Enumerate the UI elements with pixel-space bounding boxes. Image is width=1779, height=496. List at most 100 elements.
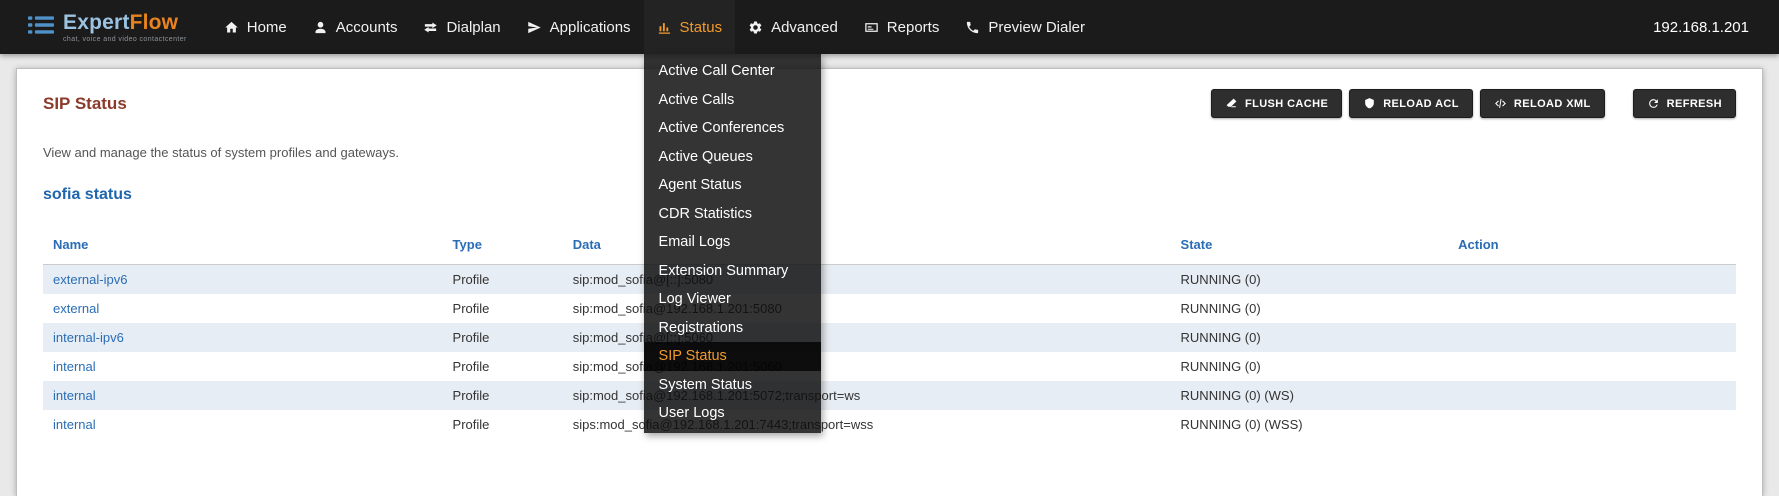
button-label: RELOAD ACL	[1383, 98, 1459, 110]
page-description: View and manage the status of system pro…	[43, 145, 1736, 160]
nav-item-accounts[interactable]: Accounts	[300, 0, 411, 54]
cell-action	[1448, 323, 1736, 352]
menu-item-active-queues[interactable]: Active Queues	[644, 143, 821, 172]
flush-cache-button[interactable]: FLUSH CACHE	[1211, 89, 1342, 118]
shield-icon	[1363, 97, 1376, 110]
cell-type: Profile	[443, 294, 563, 323]
nav-item-label: Preview Dialer	[988, 19, 1085, 36]
send-icon	[527, 20, 542, 35]
nav-item-advanced[interactable]: Advanced	[735, 0, 851, 54]
content-area: SIP Status FLUSH CACHE RELOAD ACL RELOAD…	[16, 68, 1763, 496]
cell-state: RUNNING (0)	[1171, 294, 1449, 323]
brand-bars-icon	[28, 14, 54, 41]
page-header: SIP Status FLUSH CACHE RELOAD ACL RELOAD…	[43, 89, 1736, 118]
cell-action	[1448, 294, 1736, 323]
menu-item-email-logs[interactable]: Email Logs	[644, 228, 821, 257]
refresh-button[interactable]: REFRESH	[1633, 89, 1736, 118]
nav-item-label: Advanced	[771, 19, 838, 36]
table-row: external-ipv6 Profile sip:mod_sofia@[::]…	[43, 265, 1736, 295]
cell-type: Profile	[443, 352, 563, 381]
menu-item-agent-status[interactable]: Agent Status	[644, 171, 821, 200]
nav-item-label: Home	[247, 19, 287, 36]
reload-xml-button[interactable]: RELOAD XML	[1480, 89, 1605, 118]
nav-item-label: Applications	[550, 19, 631, 36]
action-buttons: FLUSH CACHE RELOAD ACL RELOAD XML REFRES…	[1204, 89, 1736, 118]
brand-logo[interactable]: ExpertFlow chat, voice and video contact…	[0, 0, 211, 54]
refresh-icon	[1647, 97, 1660, 110]
profile-link[interactable]: external-ipv6	[43, 265, 443, 295]
exchange-icon	[423, 20, 438, 35]
menu-item-active-call-center[interactable]: Active Call Center	[644, 57, 821, 86]
status-dropdown-menu: Active Call Center Active Calls Active C…	[644, 54, 821, 433]
menu-item-extension-summary[interactable]: Extension Summary	[644, 257, 821, 286]
button-label: FLUSH CACHE	[1245, 98, 1328, 110]
section-title: sofia status	[43, 186, 1736, 204]
cell-type: Profile	[443, 265, 563, 295]
cell-state: RUNNING (0)	[1171, 352, 1449, 381]
cell-state: RUNNING (0) (WSS)	[1171, 410, 1449, 439]
cell-action	[1448, 265, 1736, 295]
menu-item-log-viewer[interactable]: Log Viewer	[644, 285, 821, 314]
profile-link[interactable]: internal-ipv6	[43, 323, 443, 352]
profile-link[interactable]: internal	[43, 352, 443, 381]
column-header-name: Name	[43, 231, 443, 265]
nav-item-preview-dialer[interactable]: Preview Dialer	[952, 0, 1098, 54]
table-row: internal Profile sip:mod_sofia@192.168.1…	[43, 381, 1736, 410]
profile-link[interactable]: external	[43, 294, 443, 323]
brand-name: ExpertFlow	[63, 12, 187, 33]
cell-type: Profile	[443, 381, 563, 410]
table-row: internal-ipv6 Profile sip:mod_sofia@[::]…	[43, 323, 1736, 352]
profile-link[interactable]: internal	[43, 381, 443, 410]
profile-link[interactable]: internal	[43, 410, 443, 439]
eraser-icon	[1225, 97, 1238, 110]
main-menu: Home Accounts Dialplan Applications Stat…	[211, 0, 1098, 54]
cell-action	[1448, 381, 1736, 410]
cell-type: Profile	[443, 323, 563, 352]
cell-action	[1448, 352, 1736, 381]
table-row: internal Profile sips:mod_sofia@192.168.…	[43, 410, 1736, 439]
brand-tagline: chat, voice and video contactcenter	[63, 36, 187, 43]
button-label: RELOAD XML	[1514, 98, 1591, 110]
sofia-status-table: Name Type Data State Action external-ipv…	[43, 231, 1736, 439]
code-icon	[1494, 97, 1507, 110]
cell-action	[1448, 410, 1736, 439]
table-header-row: Name Type Data State Action	[43, 231, 1736, 265]
nav-item-status[interactable]: Status Active Call Center Active Calls A…	[644, 0, 736, 54]
bar-chart-icon	[657, 20, 672, 35]
cell-state: RUNNING (0)	[1171, 323, 1449, 352]
page-title: SIP Status	[43, 94, 127, 114]
menu-item-active-conferences[interactable]: Active Conferences	[644, 114, 821, 143]
cell-type: Profile	[443, 410, 563, 439]
nav-item-label: Reports	[887, 19, 940, 36]
menu-item-cdr-statistics[interactable]: CDR Statistics	[644, 200, 821, 229]
menu-item-system-status[interactable]: System Status	[644, 371, 821, 400]
nav-item-label: Dialplan	[446, 19, 500, 36]
user-icon	[313, 20, 328, 35]
screen: ExpertFlow chat, voice and video contact…	[0, 0, 1779, 496]
page-card: SIP Status FLUSH CACHE RELOAD ACL RELOAD…	[16, 68, 1763, 496]
button-label: REFRESH	[1667, 98, 1722, 110]
gear-icon	[748, 20, 763, 35]
nav-item-label: Status	[680, 19, 723, 36]
column-header-action: Action	[1448, 231, 1736, 265]
menu-item-user-logs[interactable]: User Logs	[644, 399, 821, 428]
card-icon	[864, 20, 879, 35]
server-address: 192.168.1.201	[1653, 19, 1779, 36]
nav-item-home[interactable]: Home	[211, 0, 300, 54]
reload-acl-button[interactable]: RELOAD ACL	[1349, 89, 1473, 118]
column-header-type: Type	[443, 231, 563, 265]
menu-item-active-calls[interactable]: Active Calls	[644, 86, 821, 115]
home-icon	[224, 20, 239, 35]
nav-item-reports[interactable]: Reports	[851, 0, 953, 54]
nav-item-label: Accounts	[336, 19, 398, 36]
nav-item-dialplan[interactable]: Dialplan	[410, 0, 513, 54]
menu-item-sip-status[interactable]: SIP Status	[644, 342, 821, 371]
menu-item-registrations[interactable]: Registrations	[644, 314, 821, 343]
nav-item-applications[interactable]: Applications	[514, 0, 644, 54]
cell-state: RUNNING (0) (WS)	[1171, 381, 1449, 410]
phone-icon	[965, 20, 980, 35]
table-row: internal Profile sip:mod_sofia@192.168.1…	[43, 352, 1736, 381]
cell-state: RUNNING (0)	[1171, 265, 1449, 295]
top-nav: ExpertFlow chat, voice and video contact…	[0, 0, 1779, 54]
column-header-state: State	[1171, 231, 1449, 265]
